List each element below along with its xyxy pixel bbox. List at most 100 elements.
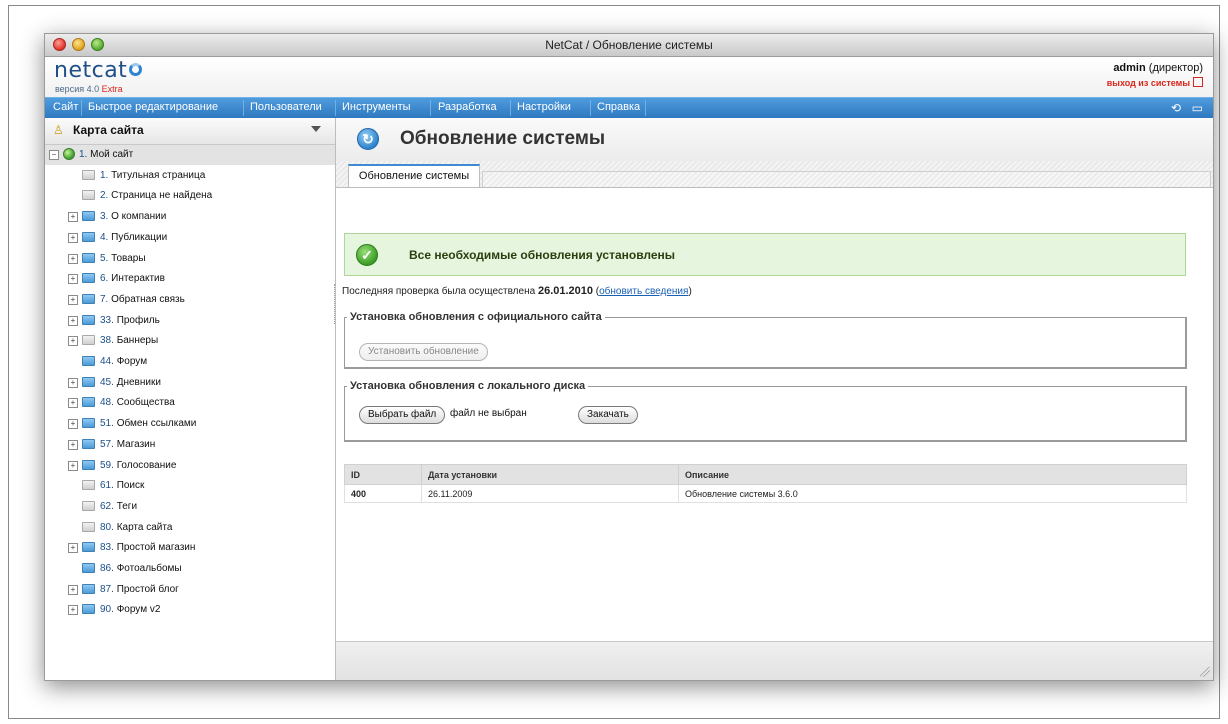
user-name: admin (директор) — [1107, 62, 1203, 74]
tree-item-text: Фотоальбомы — [116, 563, 182, 574]
folder-icon — [82, 500, 95, 511]
page-title: Обновление системы — [400, 128, 606, 149]
logout-link[interactable]: выход из системы — [1107, 77, 1203, 88]
tree-item[interactable]: +57. Магазин — [45, 435, 335, 455]
tree-root-my-site[interactable]: − 1. Мой сайт — [45, 145, 335, 165]
column-header-description[interactable]: Описание — [678, 464, 1187, 485]
expand-icon[interactable]: + — [68, 398, 78, 409]
tree-item-number: 48. — [100, 397, 114, 409]
logo-text: netcat — [54, 58, 128, 83]
expand-icon[interactable]: + — [68, 419, 78, 430]
expand-icon[interactable]: + — [68, 605, 78, 616]
folder-icon — [82, 418, 95, 429]
tree-item[interactable]: +38. Баннеры — [45, 331, 335, 351]
tree-item-text: Интерактив — [111, 273, 165, 285]
tree-item[interactable]: 61. Поиск — [45, 476, 335, 496]
menu-item-help[interactable]: Справка — [597, 101, 640, 113]
tree-item[interactable]: 2. Страница не найдена — [45, 186, 335, 206]
tree-item[interactable]: 1. Титульная страница — [45, 166, 335, 186]
install-update-button[interactable]: Установить обновление — [359, 343, 488, 361]
tree-item[interactable]: +6. Интерактив — [45, 269, 335, 289]
sidebar-header[interactable]: ♙ Карта сайта — [45, 118, 335, 145]
window-title: NetCat / Обновление системы — [545, 38, 713, 52]
tab-system-update[interactable]: Обновление системы — [348, 164, 480, 187]
expand-icon[interactable]: + — [68, 584, 78, 595]
expand-icon[interactable]: + — [68, 212, 78, 223]
tree-item-text: Титульная страница — [111, 169, 206, 181]
version-edition: Extra — [101, 84, 123, 94]
tree-item[interactable]: +33. Профиль — [45, 311, 335, 331]
netcat-logo[interactable]: netcat — [54, 58, 143, 83]
tree-item-number: 86. — [100, 563, 114, 574]
tree-item[interactable]: +90. Форум v2 — [45, 600, 335, 620]
menu-item-development[interactable]: Разработка — [438, 101, 497, 113]
refresh-info-link[interactable]: обновить сведения — [599, 286, 688, 297]
globe-icon — [63, 148, 75, 160]
tree-item[interactable]: 62. Теги — [45, 497, 335, 517]
menu-separator — [335, 100, 336, 116]
tree-item-text: Теги — [116, 500, 138, 512]
menu-item-settings[interactable]: Настройки — [517, 101, 571, 113]
cell-id: 400 — [344, 484, 422, 503]
user-icon: ♙ — [53, 123, 64, 137]
tree-item-text: Простой магазин — [116, 542, 196, 554]
tree-item-text: Голосование — [116, 459, 177, 471]
tree-item[interactable]: +7. Обратная связь — [45, 290, 335, 310]
collapse-icon[interactable]: − — [49, 150, 59, 160]
menu-item-quick-edit[interactable]: Быстрое редактирование — [88, 101, 218, 113]
version-number: версия 4.0 — [55, 84, 100, 94]
resize-grip-icon[interactable] — [1200, 667, 1210, 677]
expand-icon[interactable]: + — [68, 315, 78, 326]
tree-item-number: 61. — [100, 480, 114, 492]
last-check-label: Последняя проверка была осуществлена — [342, 286, 536, 297]
tree-item[interactable]: +4. Публикации — [45, 228, 335, 248]
tree-item-label: 59. Голосование — [100, 460, 176, 471]
tree-item[interactable]: 86. Фотоальбомы — [45, 559, 335, 579]
tree-item[interactable]: +51. Обмен ссылками — [45, 414, 335, 434]
menu-item-users[interactable]: Пользователи — [250, 101, 322, 113]
tree-item[interactable]: 44. Форум — [45, 352, 335, 372]
tree-item[interactable]: +3. О компании — [45, 207, 335, 227]
expand-icon[interactable]: + — [68, 543, 78, 554]
expand-icon[interactable]: + — [68, 253, 78, 264]
refresh-icon[interactable]: ⟲ — [1171, 101, 1181, 115]
tree-item-number: 5. — [100, 252, 109, 264]
tree-item-number: 33. — [100, 314, 114, 326]
choose-file-button[interactable]: Выбрать файл — [359, 406, 446, 424]
tree-item-text: Форум v2 — [116, 604, 161, 616]
table-header-row: ID Дата установки Описание — [344, 464, 1187, 485]
tree-item-label: 45. Дневники — [100, 377, 161, 388]
tree-item-label: 80. Карта сайта — [100, 522, 172, 533]
tree-item[interactable]: +5. Товары — [45, 249, 335, 269]
chevron-down-icon[interactable] — [311, 126, 321, 132]
user-login: admin — [1113, 62, 1146, 74]
column-header-id[interactable]: ID — [344, 464, 422, 485]
tree-item-label: 5. Товары — [100, 253, 146, 264]
expand-icon[interactable]: + — [68, 232, 78, 243]
expand-icon[interactable]: + — [68, 460, 78, 471]
chat-icon[interactable]: ▭ — [1192, 101, 1203, 115]
expand-icon[interactable]: + — [68, 294, 78, 305]
expand-icon[interactable]: + — [68, 336, 78, 347]
expand-icon[interactable]: + — [68, 377, 78, 388]
tree-item[interactable]: +59. Голосование — [45, 456, 335, 476]
tree-item[interactable]: +87. Простой блог — [45, 580, 335, 600]
tree-item[interactable]: +48. Сообщества — [45, 393, 335, 413]
tree-item[interactable]: 80. Карта сайта — [45, 518, 335, 538]
expand-icon[interactable]: + — [68, 274, 78, 285]
folder-icon — [82, 480, 95, 491]
column-header-date[interactable]: Дата установки — [421, 464, 679, 485]
tree-item[interactable]: +45. Дневники — [45, 373, 335, 393]
upload-button[interactable]: Закачать — [578, 406, 638, 424]
logout-label: выход из системы — [1106, 78, 1190, 88]
sidebar-title: Карта сайта — [73, 123, 144, 137]
tree-item-number: 80. — [100, 521, 114, 533]
menu-item-site[interactable]: Сайт — [53, 101, 78, 113]
folder-icon — [82, 521, 95, 532]
tree-item-text: Простой блог — [116, 583, 179, 595]
menu-item-tools[interactable]: Инструменты — [342, 101, 411, 113]
sidebar: ♙ Карта сайта −1. Мой сайт 1. Титульная с… — [45, 118, 336, 680]
expand-icon[interactable]: + — [68, 439, 78, 450]
tree-item-label: 4. Публикации — [100, 232, 167, 243]
tree-item[interactable]: +83. Простой магазин — [45, 538, 335, 558]
